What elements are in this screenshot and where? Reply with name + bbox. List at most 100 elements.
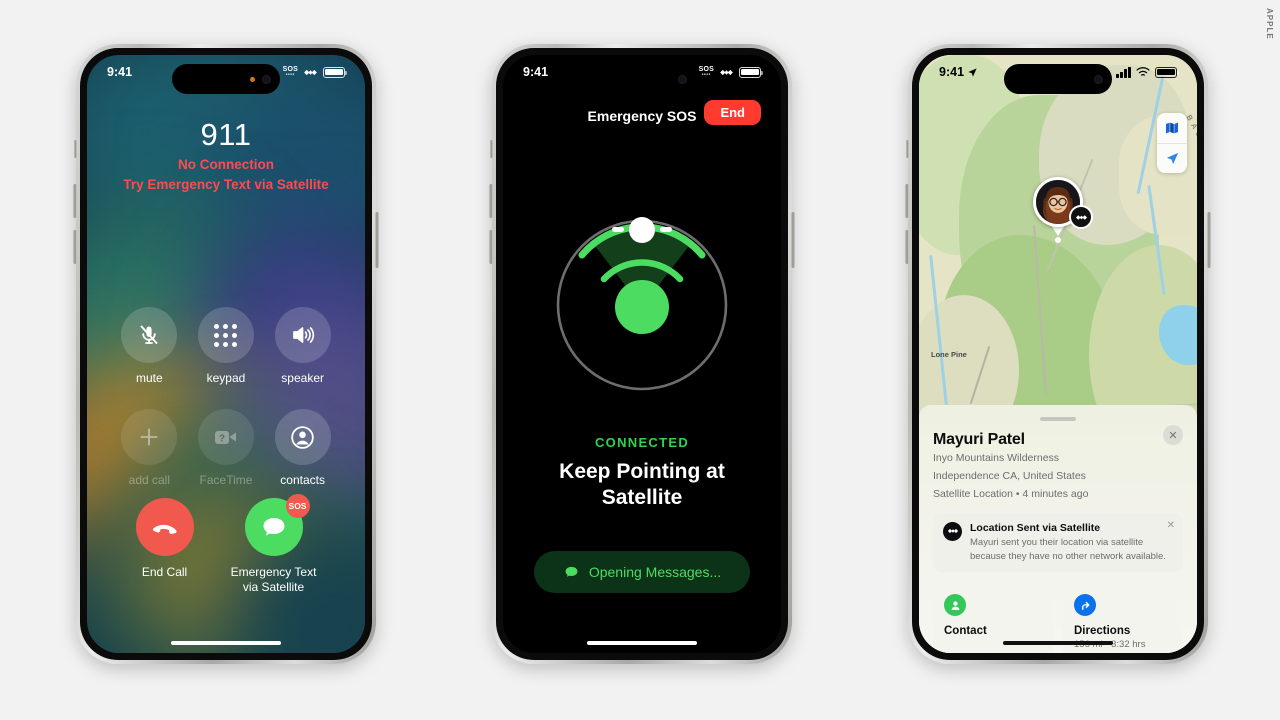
close-icon[interactable]: ✕ (1167, 520, 1175, 531)
power-button[interactable] (375, 212, 379, 268)
volume-up-button[interactable] (489, 184, 493, 218)
warning-line-1: No Connection (178, 157, 274, 172)
emergency-text-label-line2: via Satellite (242, 580, 305, 594)
navigation-arrow-icon (1166, 152, 1178, 165)
opening-messages-label: Opening Messages... (588, 564, 722, 580)
call-controls-grid: mute keypad speaker add call ? FaceTime … (87, 307, 365, 487)
note-body: Mayuri sent you their location via satel… (970, 536, 1166, 562)
wifi-icon (1136, 67, 1150, 76)
plus-icon (121, 409, 178, 465)
satellite-note-card: Location Sent via Satellite Mayuri sent … (933, 512, 1183, 573)
pin-anchor-dot (1055, 237, 1061, 243)
person-circle-icon (274, 409, 331, 465)
call-actions-row: End Call SOS Emergency Text via Satellit… (87, 494, 365, 595)
call-button-add-call[interactable]: add call (121, 409, 178, 487)
contact-name: Mayuri Patel (933, 431, 1025, 448)
locate-me-button[interactable] (1157, 143, 1187, 173)
emergency-text-action[interactable]: SOS Emergency Text via Satellite (230, 494, 317, 595)
home-indicator[interactable] (1003, 640, 1113, 645)
battery-icon (1155, 66, 1179, 78)
call-number: 911 (200, 117, 252, 152)
map-label-lone-pine: Lone Pine (931, 350, 967, 359)
speaker-icon (274, 307, 331, 363)
phone-bezel: Lone Pine BASIN 9:41 (912, 48, 1204, 660)
volume-down-button[interactable] (73, 230, 77, 264)
phone-bezel: 9:41 SOS •••• Emergency SOS End CONNECTE… (496, 48, 788, 660)
keypad-icon (197, 307, 254, 363)
silent-switch[interactable] (906, 140, 909, 158)
volume-down-button[interactable] (489, 230, 493, 264)
screenshot-stage: APPLE 9:41 SOS •••• 911 No Connection Tr… (0, 0, 1280, 720)
sheet-grabber[interactable] (1040, 417, 1076, 421)
sos-indicator-icon: SOS •••• (282, 66, 298, 78)
phone-emergency-sos: 9:41 SOS •••• Emergency SOS End CONNECTE… (489, 44, 795, 664)
message-bubble-icon (565, 566, 578, 577)
power-button[interactable] (791, 212, 795, 268)
location-line-1: Inyo Mountains Wilderness (933, 452, 1060, 464)
call-button-label: FaceTime (199, 473, 253, 487)
emergency-text-label-line1: Emergency Text (230, 565, 317, 579)
satellite-icon (304, 69, 317, 75)
phone-find-my-map: Lone Pine BASIN 9:41 (905, 44, 1211, 664)
map-type-button[interactable] (1157, 113, 1187, 143)
call-button-label: contacts (280, 473, 325, 487)
status-time: 9:41 (107, 65, 133, 79)
home-indicator[interactable] (171, 640, 281, 645)
location-arrow-icon (968, 67, 977, 77)
status-time: 9:41 (939, 65, 965, 79)
end-call-button[interactable] (135, 498, 194, 556)
detail-sheet: ✕ Mayuri Patel Inyo Mountains Wilderness… (919, 405, 1197, 653)
phone2-status-bar: 9:41 SOS •••• (503, 55, 781, 89)
directions-action-label: Directions (1074, 625, 1131, 638)
phone-down-icon (152, 524, 177, 534)
volume-down-button[interactable] (905, 230, 909, 264)
call-button-facetime[interactable]: ? FaceTime (197, 409, 254, 487)
phone3-screen: Lone Pine BASIN 9:41 (919, 55, 1197, 653)
power-button[interactable] (1207, 212, 1211, 268)
volume-up-button[interactable] (73, 184, 77, 218)
call-button-label: add call (128, 473, 171, 487)
silent-switch[interactable] (490, 140, 493, 158)
end-call-label: End Call (141, 565, 188, 579)
call-button-keypad[interactable]: keypad (197, 307, 254, 385)
volume-up-button[interactable] (905, 184, 909, 218)
person-map-pin[interactable] (1033, 177, 1093, 243)
map-controls (1157, 113, 1187, 173)
phone3-status-bar: 9:41 (919, 55, 1197, 89)
end-call-action[interactable]: End Call (135, 498, 194, 580)
silent-switch[interactable] (74, 140, 77, 158)
mic-slash-icon (121, 307, 178, 363)
directions-arrow-icon (1074, 594, 1096, 617)
emergency-text-button[interactable]: SOS (244, 494, 310, 556)
location-timestamp: Satellite Location • 4 minutes ago (933, 487, 1089, 500)
close-icon[interactable]: ✕ (1163, 425, 1183, 445)
facetime-unavailable-icon: ? (197, 409, 254, 465)
connection-status: CONNECTED (594, 435, 690, 450)
call-button-speaker[interactable]: speaker (274, 307, 331, 385)
battery-icon (739, 66, 763, 78)
call-button-label: speaker (281, 371, 324, 385)
pointing-instruction: Keep Pointing at Satellite (559, 460, 725, 509)
contact-action-label: Contact (944, 625, 987, 638)
note-title: Location Sent via Satellite (970, 521, 1101, 534)
status-time: 9:41 (523, 65, 549, 79)
call-button-label: keypad (206, 371, 246, 385)
sos-indicator-icon: SOS •••• (698, 66, 714, 78)
home-indicator[interactable] (587, 640, 697, 645)
satellite-icon (1069, 205, 1093, 229)
opening-messages-button[interactable]: Opening Messages... (534, 551, 750, 593)
map-icon (1166, 122, 1178, 134)
phone-bezel: 9:41 SOS •••• 911 No Connection Try Emer… (80, 48, 372, 660)
call-button-mute[interactable]: mute (121, 307, 178, 385)
end-button[interactable]: End (704, 100, 761, 125)
satellite-icon (720, 69, 733, 75)
svg-text:?: ? (219, 433, 225, 444)
location-line-2: Independence CA, United States (933, 469, 1086, 482)
call-button-contacts[interactable]: contacts (274, 409, 331, 487)
apple-watermark: APPLE (1265, 8, 1274, 40)
phone-emergency-call: 9:41 SOS •••• 911 No Connection Try Emer… (73, 44, 379, 664)
warning-line-2: Try Emergency Text via Satellite (123, 177, 329, 193)
person-icon (944, 594, 966, 617)
phone1-status-bar: 9:41 SOS •••• (87, 55, 365, 89)
cellular-bars-icon (1116, 66, 1131, 78)
